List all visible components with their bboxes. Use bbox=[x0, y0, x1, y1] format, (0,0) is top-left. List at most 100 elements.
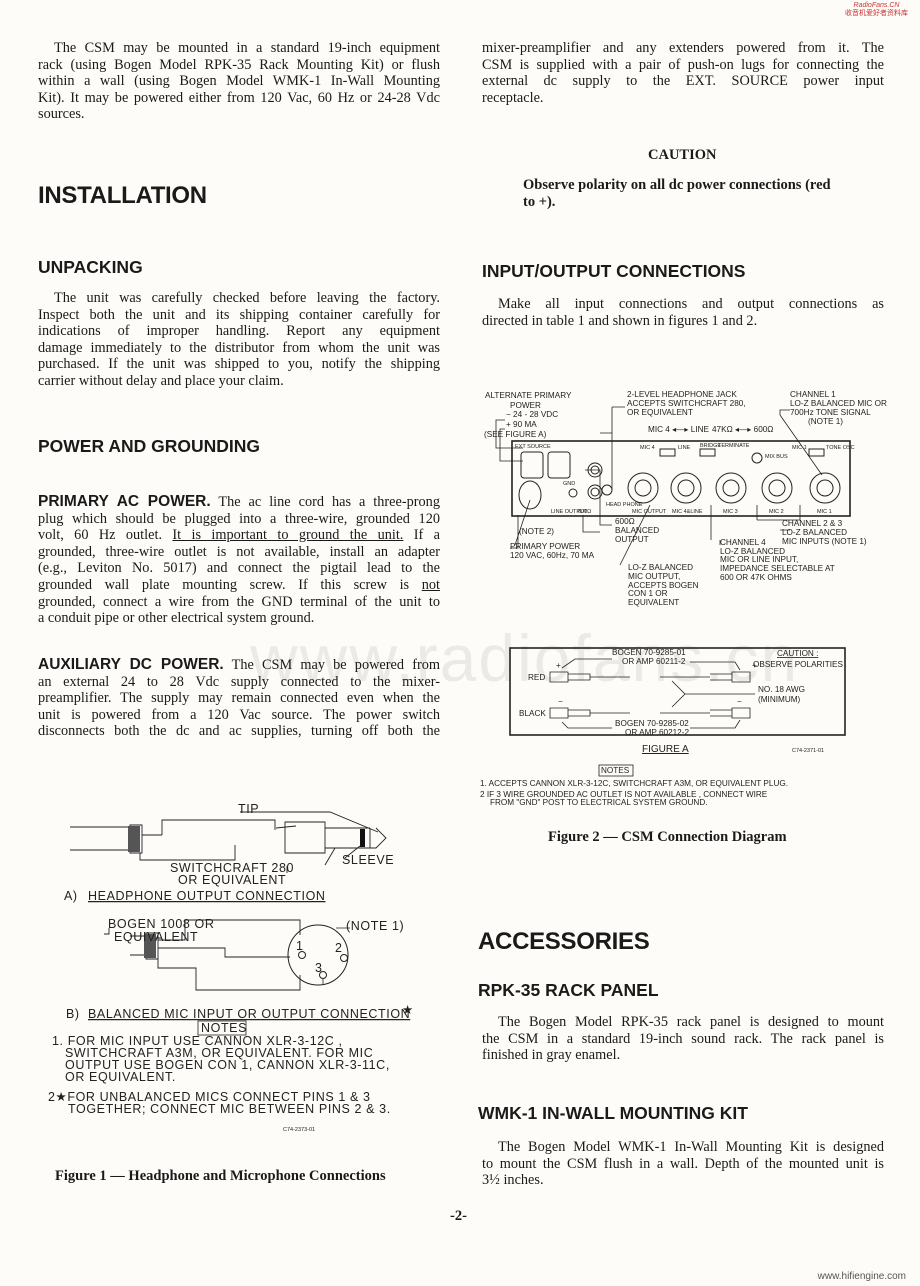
cable-shield bbox=[128, 826, 140, 852]
label: ACCEPTS SWITCHCRAFT 280, bbox=[627, 399, 746, 408]
headphone-jack bbox=[601, 484, 613, 496]
text-line: external dc supply to the EXT. SOURCE po… bbox=[482, 73, 884, 90]
label: 700Hz TONE SIGNAL bbox=[790, 408, 871, 417]
auxiliary-dc-title: AUXILIARY DC POWER. bbox=[38, 656, 224, 673]
gnd-post bbox=[568, 488, 578, 498]
asterisk: ★ bbox=[402, 1003, 414, 1017]
emphasis-text: not bbox=[421, 576, 440, 593]
mic-line-switch bbox=[659, 448, 676, 457]
label: MIC 4 ◂—▸ LINE bbox=[648, 425, 710, 434]
watermark-line: 收音机爱好者资料库 bbox=[845, 10, 908, 17]
label: 47KΩ ◂—▸ 600Ω bbox=[712, 425, 773, 434]
figure2-connection-diagram: ALTERNATE PRIMARY POWER − 24 - 28 VDC + … bbox=[484, 390, 887, 607]
label: CHANNEL 2 & 3 bbox=[782, 519, 843, 528]
text-line: within a wall (using Bogen Model WMK-1 I… bbox=[38, 73, 440, 90]
label: LO-Z BALANCED bbox=[628, 563, 693, 572]
text-line: rack (using Bogen Model RPK-35 Rack Moun… bbox=[38, 56, 440, 73]
label: IMPEDANCE SELECTABLE AT bbox=[720, 564, 835, 573]
xlr-jacks bbox=[627, 472, 841, 504]
label: LO-Z BALANCED bbox=[720, 547, 785, 556]
text-segment: If a bbox=[413, 527, 441, 544]
text-line: indications of improper handling. Report… bbox=[38, 323, 440, 340]
label: CON 1 OR bbox=[628, 589, 668, 598]
wmk1-paragraph: The Bogen Model WMK-1 In-Wall Mounting K… bbox=[482, 1139, 884, 1189]
text-line: CSM is supplied with a pair of push-on l… bbox=[482, 56, 884, 73]
label: EQUIVALENT bbox=[628, 598, 679, 607]
text-line: Observe polarity on all dc power connect… bbox=[523, 177, 831, 193]
label: BOGEN 1008 OR bbox=[108, 917, 214, 931]
panel-label: GND bbox=[563, 481, 575, 487]
label: 2-LEVEL HEADPHONE JACK bbox=[627, 390, 737, 399]
label: (NOTE 2) bbox=[519, 527, 554, 536]
label: (NOTE 1) bbox=[808, 417, 843, 426]
label: 120 VAC, 60Hz, 70 MA bbox=[510, 551, 595, 560]
text-line: The Bogen Model WMK-1 In-Wall Mounting K… bbox=[498, 1139, 884, 1155]
right-intro-paragraph: mixer-preamplifier and any extenders pow… bbox=[482, 40, 884, 106]
installation-heading: INSTALLATION bbox=[38, 182, 207, 209]
label: MIC OR LINE INPUT, bbox=[720, 555, 798, 564]
text-line: sources. bbox=[38, 106, 85, 123]
pin-label: 3 bbox=[315, 961, 323, 975]
label: PRIMARY POWER bbox=[510, 542, 580, 551]
text-line: to mount the CSM flush in a wall. Depth … bbox=[482, 1155, 884, 1172]
io-paragraph: Make all input connections and output co… bbox=[482, 296, 884, 329]
label: B) bbox=[66, 1007, 80, 1021]
line-output-terminal-3 bbox=[587, 484, 603, 500]
label: − bbox=[558, 697, 563, 706]
label: (MINIMUM) bbox=[758, 695, 801, 704]
text-line: damage immediately to the distributor fr… bbox=[38, 339, 440, 356]
panel-label: LINE bbox=[678, 445, 691, 451]
label: SWITCHCRAFT 280 bbox=[170, 861, 294, 875]
label: − bbox=[737, 697, 742, 706]
text-line: an external 24 to 28 Vdc supply connecte… bbox=[38, 673, 440, 690]
text-segment: The CSM may be powered from bbox=[231, 657, 440, 673]
text-segment: grounded wall plate mounting screw. If t… bbox=[38, 576, 410, 593]
note-line: FROM "GND" POST TO ELECTRICAL SYSTEM GRO… bbox=[490, 798, 708, 807]
panel-label: TONE OSC bbox=[826, 445, 855, 451]
panel-label: TERMINATE bbox=[718, 443, 750, 449]
panel-label: HEAD PHONE bbox=[606, 502, 643, 508]
text-line: disconnects both the dc and ac supplies,… bbox=[38, 723, 440, 740]
label: LO-Z BALANCED MIC OR bbox=[790, 399, 887, 408]
label: 600Ω bbox=[615, 517, 635, 526]
primary-ac-title: PRIMARY AC POWER. bbox=[38, 493, 211, 510]
text-line: grounded, connect a wire from the GND te… bbox=[38, 593, 440, 610]
panel-label: MIC 4 bbox=[640, 445, 655, 451]
text-line: Make all input connections and output co… bbox=[498, 296, 884, 312]
unpacking-paragraph: The unit was carefully checked before le… bbox=[38, 290, 440, 390]
text-line: The Bogen Model RPK-35 rack panel is des… bbox=[498, 1014, 884, 1030]
note-line: TOGETHER; CONNECT MIC BETWEEN PINS 2 & 3… bbox=[68, 1102, 391, 1116]
text-segment: The ac line cord has a three-prong bbox=[218, 494, 440, 510]
caution-title: CAUTION bbox=[648, 147, 717, 163]
panel-label: MIC 1 bbox=[817, 509, 832, 515]
watermark-line: RadioFans.CN bbox=[853, 2, 900, 9]
label: POWER bbox=[510, 401, 541, 410]
text-line: a conduit pipe or other electrical syste… bbox=[38, 610, 315, 627]
label: ACCEPTS BOGEN bbox=[628, 581, 699, 590]
label: (NOTE 1) bbox=[346, 919, 404, 933]
plug-ring bbox=[360, 829, 365, 847]
label: SLEEVE bbox=[342, 853, 394, 867]
figure1-caption: Figure 1 — Headphone and Microphone Conn… bbox=[55, 1168, 386, 1184]
pin-label: 1 bbox=[296, 939, 304, 953]
label: − 24 - 28 VDC bbox=[506, 410, 558, 419]
text-line: receptacle. bbox=[482, 89, 544, 106]
text-line: The unit was carefully checked before le… bbox=[54, 290, 440, 306]
label: (SEE FIGURE A) bbox=[484, 430, 547, 439]
power-grounding-heading: POWER AND GROUNDING bbox=[38, 436, 260, 456]
text-line: (e.g., Leviton No. 5017) and connect the… bbox=[38, 560, 440, 577]
label: CHANNEL 1 bbox=[790, 390, 836, 399]
label: BOGEN 70-9285-02 bbox=[615, 719, 689, 728]
intro-paragraph: The CSM may be mounted in a standard 19-… bbox=[38, 40, 440, 123]
text-line: The CSM may be mounted in a standard 19-… bbox=[54, 40, 440, 56]
mix-bus-jack bbox=[751, 452, 763, 464]
panel-label: MIC 2 bbox=[769, 509, 784, 515]
note-line: 1. ACCEPTS CANNON XLR-3-12C, SWITCHCRAFT… bbox=[480, 779, 788, 788]
figure-a-title: FIGURE A bbox=[642, 744, 689, 755]
label: + 90 MA bbox=[506, 420, 537, 429]
io-heading: INPUT/OUTPUT CONNECTIONS bbox=[482, 261, 746, 281]
label: EQUIVALENT bbox=[114, 930, 198, 944]
text-line: purchased. If the unit was shipped to yo… bbox=[38, 356, 440, 373]
ext-source-plus-terminal bbox=[520, 451, 544, 479]
auxiliary-dc-paragraph: AUXILIARY DC POWER. The CSM may be power… bbox=[38, 656, 440, 740]
